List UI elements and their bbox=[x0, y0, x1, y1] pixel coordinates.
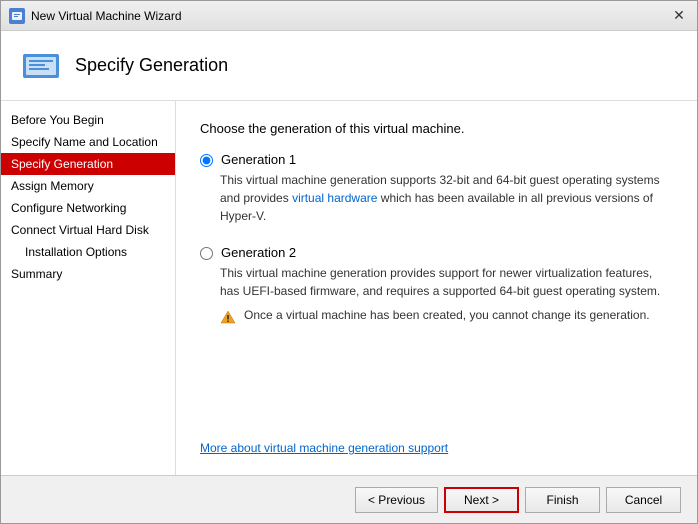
previous-button[interactable]: < Previous bbox=[355, 487, 438, 513]
sidebar-item-connect-vhd[interactable]: Connect Virtual Hard Disk bbox=[1, 219, 175, 241]
wizard-icon bbox=[21, 50, 61, 82]
generation2-description: This virtual machine generation provides… bbox=[220, 264, 673, 300]
cancel-button[interactable]: Cancel bbox=[606, 487, 681, 513]
wizard-header: Specify Generation bbox=[1, 31, 697, 101]
more-link[interactable]: More about virtual machine generation su… bbox=[200, 441, 448, 455]
warning-text: Once a virtual machine has been created,… bbox=[244, 308, 650, 322]
wizard-window: New Virtual Machine Wizard ✕ Specify Gen… bbox=[0, 0, 698, 524]
generation1-option: Generation 1 This virtual machine genera… bbox=[200, 152, 673, 233]
next-button[interactable]: Next > bbox=[444, 487, 519, 513]
content-spacer bbox=[200, 337, 673, 428]
generation1-desc-link[interactable]: virtual hardware bbox=[292, 191, 377, 205]
wizard-footer: < Previous Next > Finish Cancel bbox=[1, 475, 697, 523]
finish-button[interactable]: Finish bbox=[525, 487, 600, 513]
sidebar-item-summary[interactable]: Summary bbox=[1, 263, 175, 285]
page-description: Choose the generation of this virtual ma… bbox=[200, 121, 673, 136]
sidebar-item-specify-generation[interactable]: Specify Generation bbox=[1, 153, 175, 175]
sidebar-item-installation-options[interactable]: Installation Options bbox=[1, 241, 175, 263]
generation1-radio[interactable] bbox=[200, 154, 213, 167]
title-bar-icon bbox=[9, 8, 25, 24]
warning-icon bbox=[220, 309, 236, 325]
close-button[interactable]: ✕ bbox=[669, 6, 689, 26]
more-link-container: More about virtual machine generation su… bbox=[200, 428, 673, 455]
generation2-option: Generation 2 This virtual machine genera… bbox=[200, 245, 673, 325]
sidebar-item-configure-networking[interactable]: Configure Networking bbox=[1, 197, 175, 219]
warning-box: Once a virtual machine has been created,… bbox=[220, 308, 673, 325]
generation2-radio-label[interactable]: Generation 2 bbox=[200, 245, 673, 260]
sidebar-item-specify-name-location[interactable]: Specify Name and Location bbox=[1, 131, 175, 153]
sidebar: Before You Begin Specify Name and Locati… bbox=[1, 101, 176, 475]
main-panel: Choose the generation of this virtual ma… bbox=[176, 101, 697, 475]
sidebar-item-assign-memory[interactable]: Assign Memory bbox=[1, 175, 175, 197]
generation1-radio-label[interactable]: Generation 1 bbox=[200, 152, 673, 167]
generation2-title: Generation 2 bbox=[221, 245, 296, 260]
page-title: Specify Generation bbox=[75, 55, 228, 76]
generation1-description: This virtual machine generation supports… bbox=[220, 171, 673, 225]
generation2-radio[interactable] bbox=[200, 247, 213, 260]
generation1-title: Generation 1 bbox=[221, 152, 296, 167]
sidebar-item-before-you-begin[interactable]: Before You Begin bbox=[1, 109, 175, 131]
title-bar-title: New Virtual Machine Wizard bbox=[31, 9, 669, 23]
title-bar: New Virtual Machine Wizard ✕ bbox=[1, 1, 697, 31]
content-area: Before You Begin Specify Name and Locati… bbox=[1, 101, 697, 475]
